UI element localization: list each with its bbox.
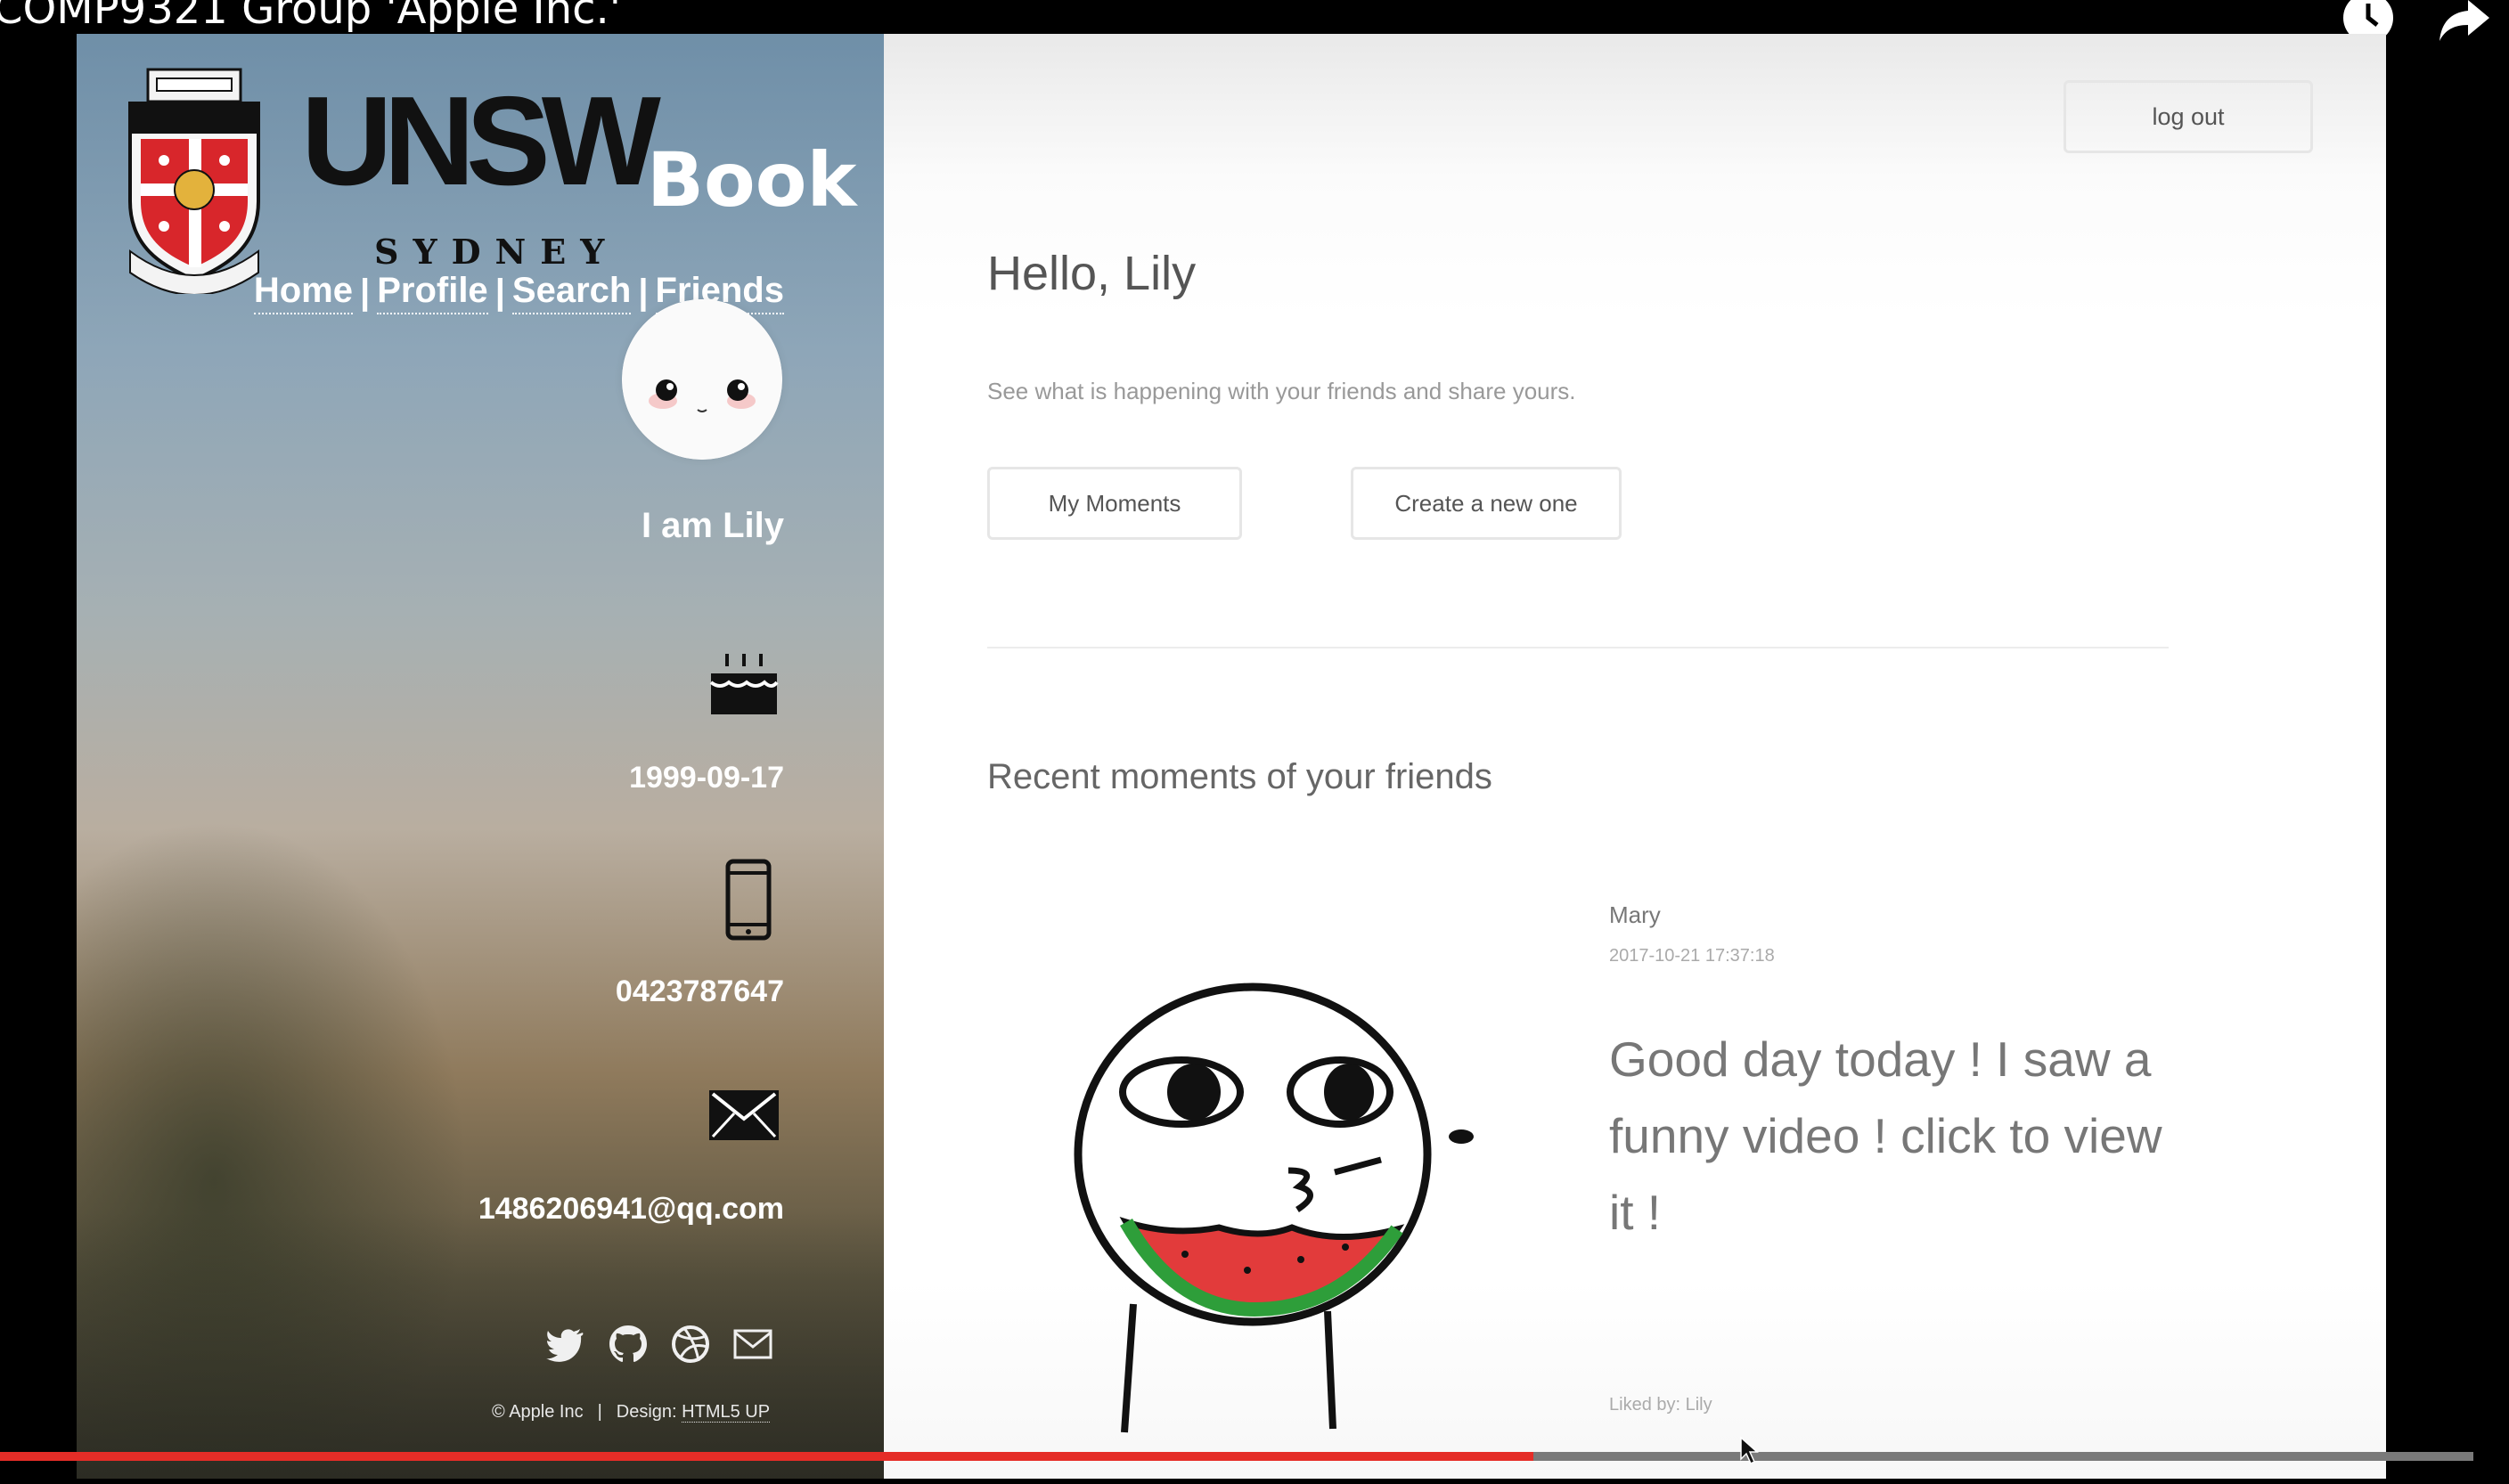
divider — [987, 647, 2169, 648]
brand-logo: UNSW Book SYDNEY — [301, 78, 857, 269]
mail-icon[interactable] — [732, 1324, 773, 1365]
moment-image[interactable] — [1069, 976, 1515, 1439]
profile-name: I am Lily — [641, 506, 784, 545]
my-moments-button[interactable]: My Moments — [987, 467, 1242, 540]
brand-name: UNSW — [301, 70, 661, 212]
brand-city: SYDNEY — [374, 232, 619, 272]
footer-design-link[interactable]: HTML5 UP — [682, 1402, 771, 1423]
share-icon[interactable] — [2438, 0, 2491, 45]
page-subtitle: See what is happening with your friends … — [987, 378, 1576, 404]
nav-separator: | — [360, 273, 371, 312]
sidebar: UNSW Book SYDNEY Home | Profile | Search… — [77, 34, 884, 1479]
unsw-crest-icon — [128, 68, 260, 294]
avatar[interactable] — [622, 299, 782, 460]
birthday-cake-icon — [709, 654, 779, 714]
mouse-cursor-icon — [1740, 1436, 1759, 1465]
video-title[interactable]: COMP9321 Group 'Apple Inc.' — [0, 0, 621, 37]
nav-separator: | — [494, 273, 505, 312]
github-icon[interactable] — [608, 1324, 649, 1365]
nav-home[interactable]: Home — [253, 271, 353, 314]
footer-copyright: © Apple Inc — [492, 1402, 584, 1422]
phone-text: 0423787647 — [615, 974, 784, 1008]
logout-button[interactable]: log out — [2064, 80, 2313, 153]
video-progress-bar[interactable] — [0, 1452, 2473, 1461]
moment-text[interactable]: Good day today ! I saw a funny video ! c… — [1609, 1021, 2188, 1251]
twitter-icon[interactable] — [545, 1324, 586, 1365]
moment-liked-by: Liked by: Lily — [1609, 1395, 1712, 1415]
main-content: log out Hello, Lily See what is happenin… — [884, 34, 2386, 1479]
moment-timestamp: 2017-10-21 17:37:18 — [1609, 946, 1775, 966]
nav-separator: | — [638, 273, 649, 312]
moment-author[interactable]: Mary — [1609, 901, 1661, 929]
email-icon — [709, 1090, 779, 1140]
nav-profile[interactable]: Profile — [377, 271, 488, 314]
section-title: Recent moments of your friends — [987, 757, 1492, 796]
footer: © Apple Inc | Design: HTML5 UP — [492, 1402, 771, 1423]
video-progress-played — [0, 1452, 1534, 1461]
video-frame: UNSW Book SYDNEY Home | Profile | Search… — [77, 34, 2386, 1479]
create-moment-button[interactable]: Create a new one — [1351, 467, 1622, 540]
birthday-text: 1999-09-17 — [629, 761, 784, 795]
nav-search[interactable]: Search — [511, 271, 632, 314]
email-text: 1486206941@qq.com — [478, 1192, 784, 1226]
phone-icon — [725, 859, 772, 941]
brand-product: Book — [647, 136, 857, 224]
page-title: Hello, Lily — [987, 247, 1197, 300]
dribbble-icon[interactable] — [670, 1324, 711, 1365]
social-links — [545, 1324, 773, 1365]
footer-design-label: Design: — [616, 1402, 677, 1422]
